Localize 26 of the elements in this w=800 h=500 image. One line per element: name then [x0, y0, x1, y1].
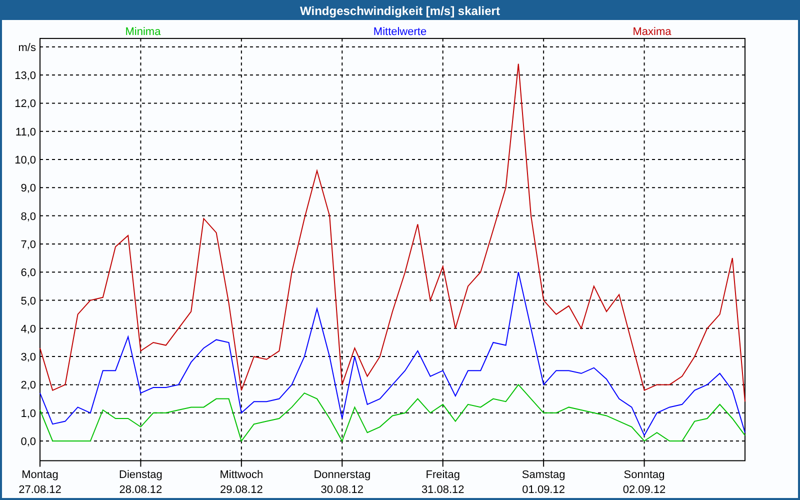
y-axis-label: 1,0 [20, 408, 36, 420]
y-axis-unit: m/s [18, 42, 36, 54]
x-axis-label: Mittwoch 29.08.12 [220, 469, 264, 496]
y-axis-label: 6,0 [20, 267, 36, 280]
y-axis-label: 12,0 [14, 98, 36, 110]
x-axis-label: Sonntag 02.09.12 [622, 469, 666, 496]
legend-label: Mittelwerte [373, 26, 427, 38]
y-axis-label: 8,0 [20, 210, 36, 223]
legend-label: Maxima [632, 26, 672, 38]
y-axis-label: 10,0 [14, 154, 36, 166]
y-axis-label: 2,0 [20, 380, 36, 392]
y-axis-label: 9,0 [20, 182, 36, 195]
x-axis-label: Montag 27.08.12 [18, 469, 62, 496]
y-axis-label: 11,0 [15, 126, 36, 138]
y-axis-label: 7,0 [20, 238, 36, 251]
x-axis-label: Dienstag 28.08.12 [119, 469, 162, 496]
y-axis-label: 5,0 [20, 295, 36, 308]
y-axis-label: 0,0 [20, 436, 36, 448]
y-axis-label: 13,0 [14, 70, 36, 82]
legend-label: Minima [125, 26, 161, 38]
x-axis-label: Freitag 31.08.12 [421, 469, 464, 496]
window-title: Windgeschwindigkeit [m/s] skaliert [300, 5, 500, 17]
y-axis-label: 3,0 [20, 352, 36, 364]
x-axis-label: Donnerstag 30.08.12 [314, 469, 371, 496]
y-axis-label: 4,0 [20, 323, 36, 336]
x-axis-label: Samstag 01.09.12 [522, 469, 566, 496]
